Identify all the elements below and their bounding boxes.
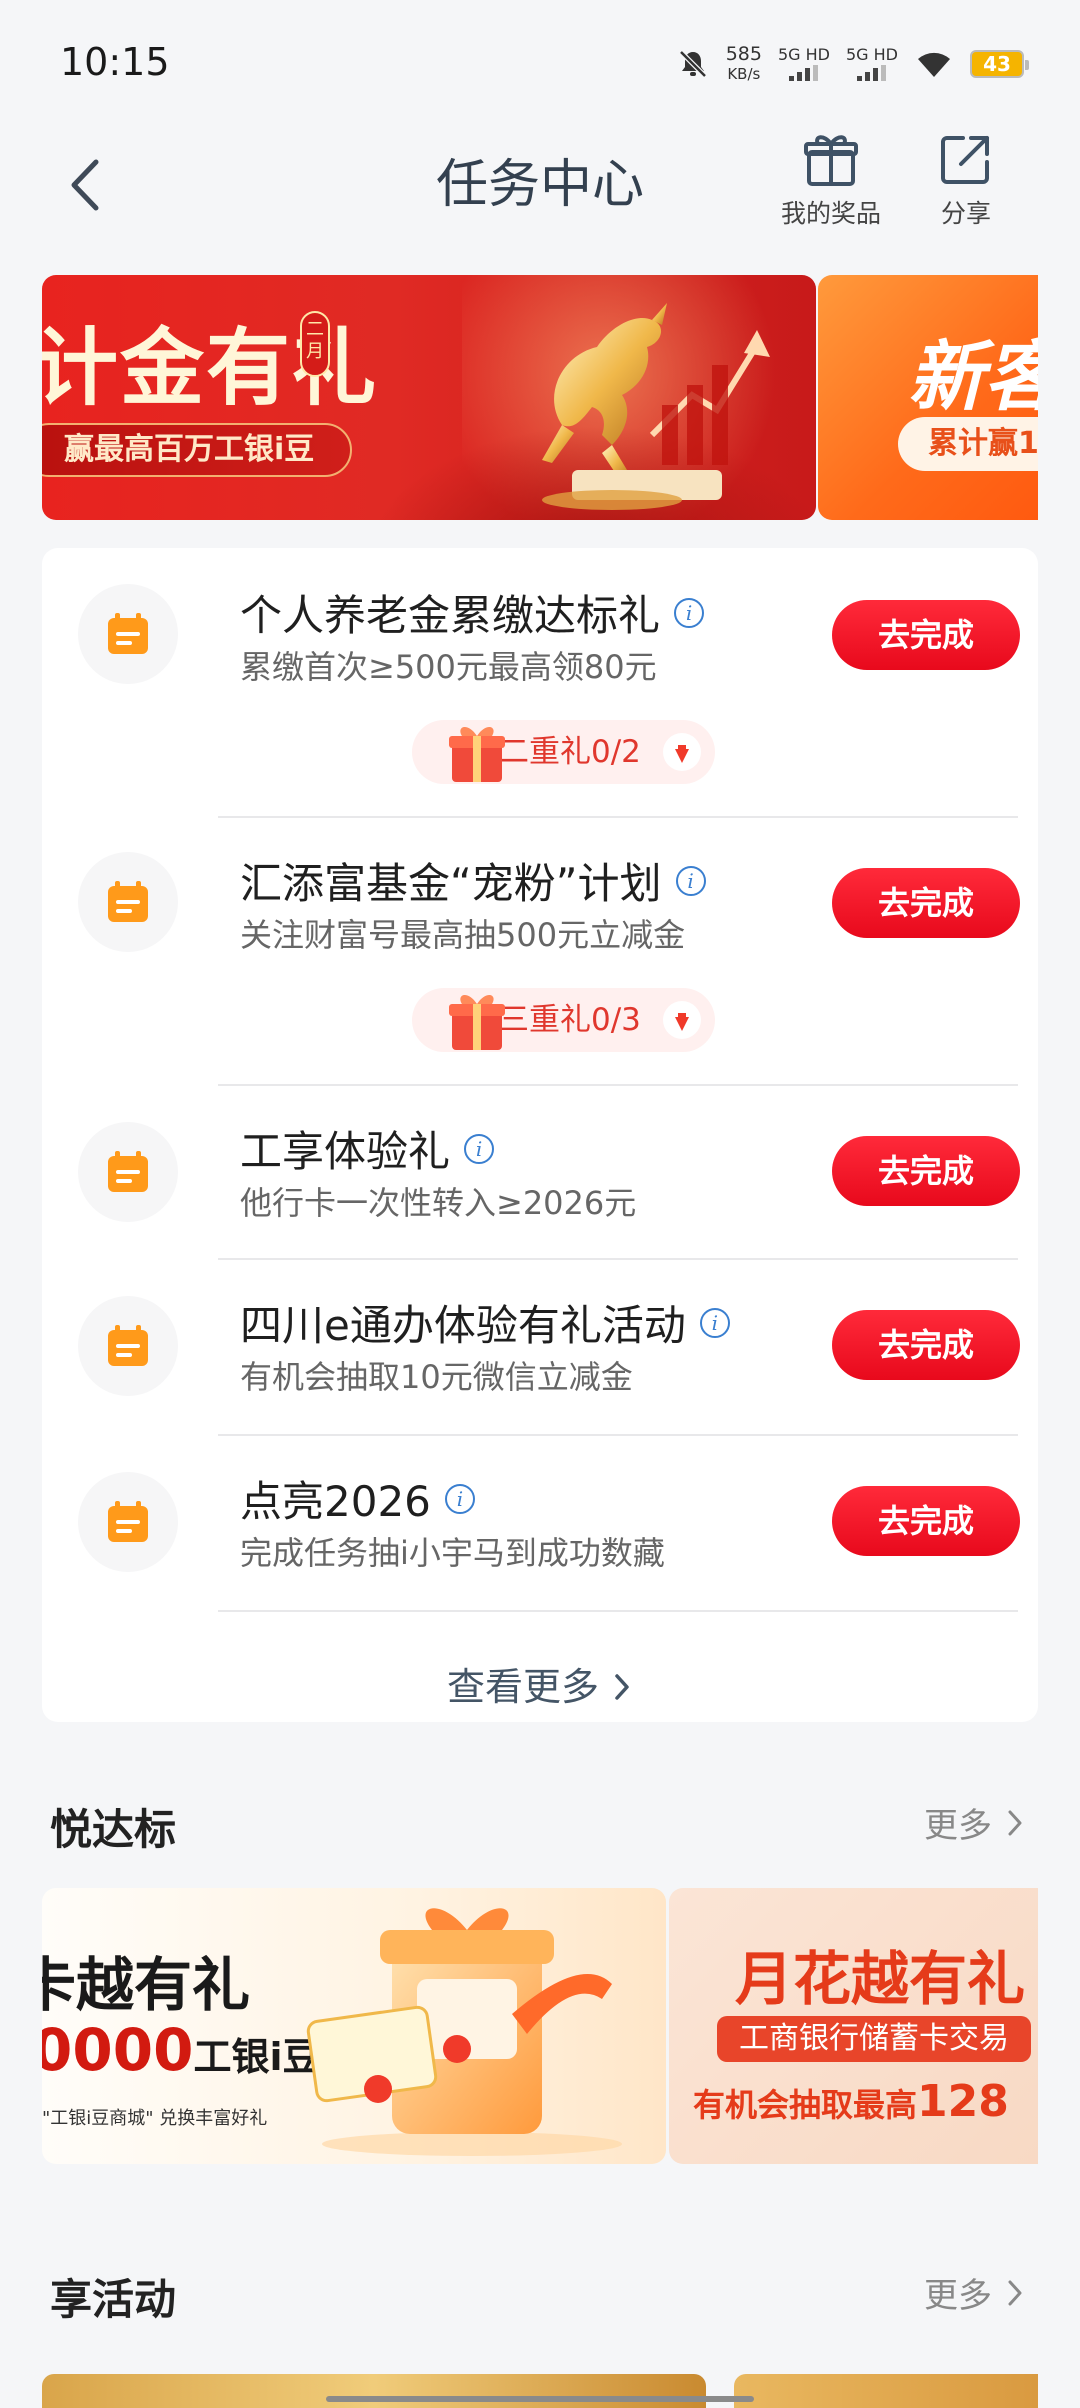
task-title: 汇添富基金“宠粉”计划 i bbox=[240, 850, 706, 911]
expand-down-icon bbox=[662, 1001, 701, 1039]
info-icon[interactable]: i bbox=[674, 597, 705, 628]
info-icon[interactable]: i bbox=[444, 1483, 475, 1514]
calendar-icon bbox=[108, 1501, 148, 1542]
task-subtitle: 有机会抽取10元微信立减金 bbox=[240, 1358, 633, 1396]
golden-horse-illustration bbox=[542, 303, 770, 510]
calendar-icon bbox=[108, 1151, 148, 1192]
my-prizes-button[interactable]: 我的奖品 bbox=[776, 130, 886, 230]
task-go-button[interactable]: 去完成 bbox=[832, 1136, 1020, 1206]
status-bar: 10:15 585 KB/s 5G HD 5G HD 43 bbox=[0, 0, 1080, 120]
promo-next-line: 有机会抽取最高128 bbox=[693, 2076, 1009, 2127]
chevron-right-icon bbox=[1008, 1810, 1022, 1835]
task-icon bbox=[78, 1122, 178, 1222]
promo-note: "工银i豆商城" 兑换丰富好礼 bbox=[42, 2108, 268, 2129]
info-icon[interactable]: i bbox=[675, 865, 706, 896]
banner-next-subtitle: 累计赢1 bbox=[898, 417, 1038, 471]
promo-card-current[interactable]: 卡越有礼 0000工银i豆 "工银i豆商城" 兑换丰富好礼 bbox=[42, 1888, 666, 2164]
see-more-link[interactable]: 查看更多 bbox=[42, 1656, 1038, 1711]
task-title: 点亮2026 i bbox=[240, 1468, 475, 1529]
calendar-icon bbox=[108, 881, 148, 922]
task-icon bbox=[78, 1472, 178, 1572]
task-reward-toggle[interactable]: 三重礼0/3 bbox=[412, 988, 715, 1052]
battery-indicator: 43 bbox=[970, 50, 1029, 78]
activity-card-next[interactable] bbox=[734, 2374, 1038, 2408]
task-go-button[interactable]: 去完成 bbox=[832, 600, 1020, 670]
home-indicator[interactable] bbox=[326, 2396, 754, 2402]
task-go-button[interactable]: 去完成 bbox=[832, 1310, 1020, 1380]
network-speed: 585 KB/s bbox=[725, 43, 762, 83]
info-icon[interactable]: i bbox=[464, 1133, 495, 1164]
calendar-icon bbox=[108, 1325, 148, 1366]
task-icon bbox=[78, 852, 178, 952]
task-list-card: 个人养老金累缴达标礼i 累缴首次≥500元最高领80元 去完成 二重礼0/2 bbox=[42, 548, 1038, 1722]
section-more-link[interactable]: 更多 bbox=[924, 2268, 1024, 2317]
promo-card-next[interactable]: 月花越有礼 工商银行储蓄卡交易 有机会抽取最高128 bbox=[669, 1888, 1038, 2164]
activity-card[interactable] bbox=[42, 2374, 706, 2408]
divider bbox=[218, 1258, 1018, 1260]
task-subtitle: 他行卡一次性转入≥2026元 bbox=[240, 1184, 637, 1222]
info-icon[interactable]: i bbox=[699, 1307, 730, 1338]
promo-amount: 0000工银i豆 bbox=[42, 2016, 321, 2084]
signal-bars-icon bbox=[857, 65, 887, 81]
task-go-button[interactable]: 去完成 bbox=[832, 868, 1020, 938]
task-subtitle: 累缴首次≥500元最高领80元 bbox=[240, 648, 657, 686]
wifi-icon bbox=[918, 52, 950, 77]
task-subtitle: 完成任务抽i小宇马到成功数藏 bbox=[240, 1534, 665, 1572]
page-title: 任务中心 bbox=[435, 155, 644, 215]
banner-month-tag: 二月 bbox=[300, 311, 330, 377]
task-reward-toggle[interactable]: 二重礼0/2 bbox=[412, 720, 715, 784]
gift-icon bbox=[804, 135, 858, 186]
gift-box-illustration bbox=[306, 1908, 622, 2156]
task-title: 四川e通办体验有礼活动 i bbox=[240, 1292, 730, 1353]
divider bbox=[218, 1084, 1018, 1086]
red-gift-icon bbox=[449, 994, 505, 1050]
clock: 10:15 bbox=[60, 40, 170, 84]
promo-next-title: 月花越有礼 bbox=[735, 1945, 1026, 2013]
signal-bars-icon bbox=[789, 65, 819, 81]
share-label: 分享 bbox=[940, 199, 991, 228]
banner-slide-next[interactable]: 新客 累计赢1 bbox=[818, 275, 1038, 520]
divider bbox=[218, 816, 1018, 818]
mute-bell-icon bbox=[678, 50, 707, 78]
promo-title: 卡越有礼 bbox=[42, 1951, 251, 2019]
signal-sim1: 5G HD bbox=[778, 47, 830, 81]
promo-next-pill: 工商银行储蓄卡交易 bbox=[717, 2016, 1031, 2062]
section-more-link[interactable]: 更多 bbox=[924, 1798, 1024, 1847]
activity-carousel[interactable] bbox=[42, 2374, 1038, 2408]
banner-carousel[interactable]: 计金有礼 二月 赢最高百万工银i豆 新客 累计赢1 bbox=[42, 275, 1038, 520]
calendar-icon bbox=[108, 613, 148, 654]
chevron-right-icon bbox=[615, 1674, 629, 1700]
divider bbox=[218, 1434, 1018, 1436]
banner-slide-current[interactable]: 计金有礼 二月 赢最高百万工银i豆 bbox=[42, 275, 816, 520]
share-button[interactable]: 分享 bbox=[920, 130, 1012, 230]
my-prizes-label: 我的奖品 bbox=[780, 199, 881, 228]
task-go-button[interactable]: 去完成 bbox=[832, 1486, 1020, 1556]
signal-sim2: 5G HD bbox=[846, 47, 898, 81]
task-title: 个人养老金累缴达标礼 i bbox=[240, 582, 705, 643]
page-header: 任务中心 我的奖品 分享 bbox=[0, 120, 1080, 250]
banner-subtitle: 赢最高百万工银i豆 bbox=[42, 423, 353, 477]
task-subtitle: 关注财富号最高抽500元立减金 bbox=[240, 916, 686, 954]
task-title: 工享体验礼 i bbox=[240, 1118, 495, 1179]
section-title-yuedabiao: 悦达标 bbox=[50, 1805, 177, 1854]
share-icon bbox=[941, 136, 989, 184]
red-gift-icon bbox=[449, 726, 505, 782]
promo-carousel[interactable]: 卡越有礼 0000工银i豆 "工银i豆商城" 兑换丰富好礼 月花越有礼 工商银行… bbox=[42, 1888, 1038, 2164]
chevron-right-icon bbox=[1008, 2280, 1022, 2305]
divider bbox=[218, 1610, 1018, 1612]
task-icon bbox=[78, 1296, 178, 1396]
banner-next-title: 新客 bbox=[908, 332, 1038, 421]
status-icons: 585 KB/s 5G HD 5G HD 43 bbox=[676, 40, 1029, 88]
expand-down-icon bbox=[662, 733, 701, 771]
section-title-xianghuodong: 享活动 bbox=[50, 2275, 177, 2324]
task-icon bbox=[78, 584, 178, 684]
